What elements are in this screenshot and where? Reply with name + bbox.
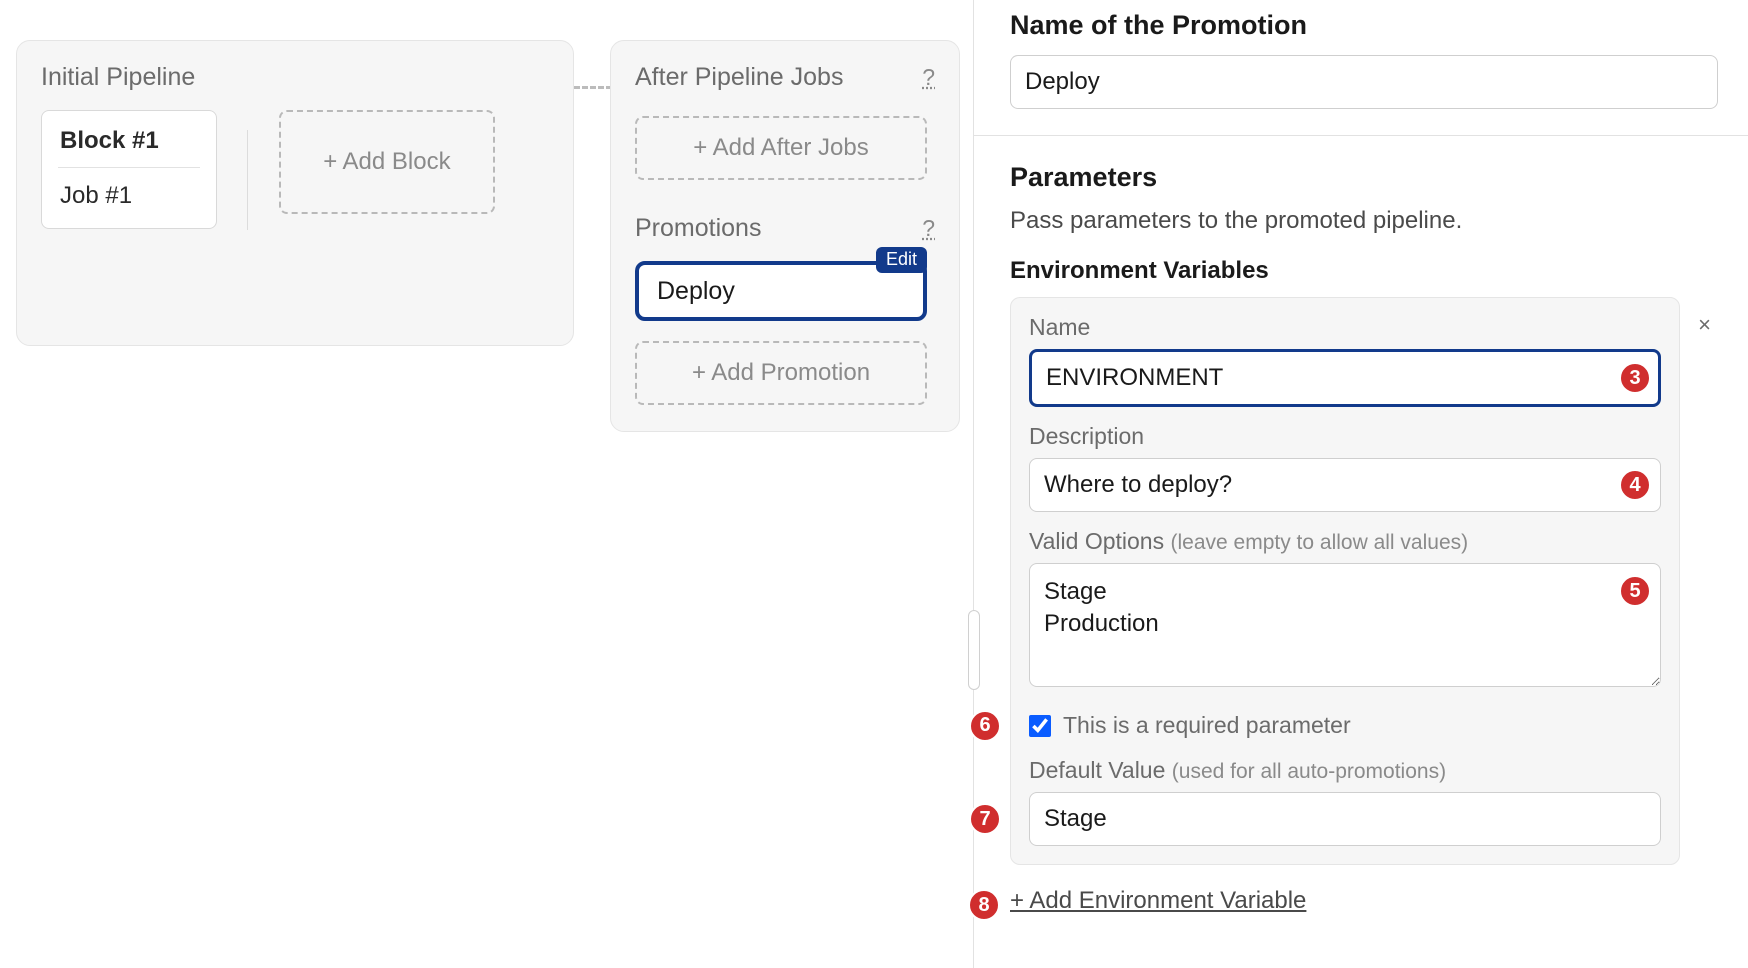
initial-pipeline-title: Initial Pipeline xyxy=(41,63,549,92)
panel-resize-handle[interactable] xyxy=(968,610,980,690)
env-description-input[interactable] xyxy=(1029,458,1661,512)
help-icon[interactable]: ? xyxy=(922,64,935,91)
pipeline-block[interactable]: Block #1 Job #1 xyxy=(41,110,217,229)
add-env-variable-link[interactable]: + Add Environment Variable xyxy=(1010,887,1306,915)
promotion-settings-panel: Name of the Promotion Parameters Pass pa… xyxy=(973,0,1748,968)
valid-options-field-label: Valid Options (leave empty to allow all … xyxy=(1029,528,1661,555)
divider xyxy=(974,135,1748,136)
env-variable-card: × Name 3 Description 4 xyxy=(1010,297,1680,865)
annotation-badge-8: 8 xyxy=(968,889,1000,921)
pipeline-connector xyxy=(574,86,612,89)
required-checkbox[interactable] xyxy=(1029,715,1051,737)
job-item[interactable]: Job #1 xyxy=(42,168,216,228)
close-icon[interactable]: × xyxy=(1698,312,1711,338)
promotions-title: Promotions xyxy=(635,214,761,243)
name-heading: Name of the Promotion xyxy=(1010,10,1718,41)
promotion-item-deploy[interactable]: Deploy Edit xyxy=(635,261,927,321)
env-default-value-input[interactable] xyxy=(1029,792,1661,846)
pipeline-canvas: Initial Pipeline Block #1 Job #1 + Add B… xyxy=(0,0,973,968)
env-valid-options-input[interactable] xyxy=(1029,563,1661,687)
vertical-divider xyxy=(247,130,248,230)
name-field-label: Name xyxy=(1029,314,1661,341)
annotation-badge-5: 5 xyxy=(1619,575,1651,607)
parameters-helptext: Pass parameters to the promoted pipeline… xyxy=(1010,207,1718,235)
default-value-field-label: Default Value (used for all auto-promoti… xyxy=(1029,757,1661,784)
parameters-heading: Parameters xyxy=(1010,162,1718,193)
promotion-name-input[interactable] xyxy=(1010,55,1718,109)
annotation-badge-4: 4 xyxy=(1619,469,1651,501)
add-promotion-button[interactable]: + Add Promotion xyxy=(635,341,927,405)
initial-pipeline-card: Initial Pipeline Block #1 Job #1 + Add B… xyxy=(16,40,574,346)
annotation-badge-3: 3 xyxy=(1619,362,1651,394)
annotation-badge-7: 7 xyxy=(969,803,1001,835)
add-block-button[interactable]: + Add Block xyxy=(279,110,495,214)
edit-badge[interactable]: Edit xyxy=(876,247,927,273)
description-field-label: Description xyxy=(1029,423,1661,450)
help-icon[interactable]: ? xyxy=(922,215,935,242)
block-title: Block #1 xyxy=(42,111,216,167)
promotion-label: Deploy xyxy=(657,277,735,306)
add-after-jobs-button[interactable]: + Add After Jobs xyxy=(635,116,927,180)
after-pipeline-title: After Pipeline Jobs xyxy=(635,63,843,92)
annotation-badge-6: 6 xyxy=(969,710,1001,742)
after-pipeline-card: After Pipeline Jobs ? + Add After Jobs P… xyxy=(610,40,960,432)
env-vars-heading: Environment Variables xyxy=(1010,257,1718,285)
env-name-input[interactable] xyxy=(1029,349,1661,407)
required-checkbox-label: This is a required parameter xyxy=(1063,712,1351,739)
